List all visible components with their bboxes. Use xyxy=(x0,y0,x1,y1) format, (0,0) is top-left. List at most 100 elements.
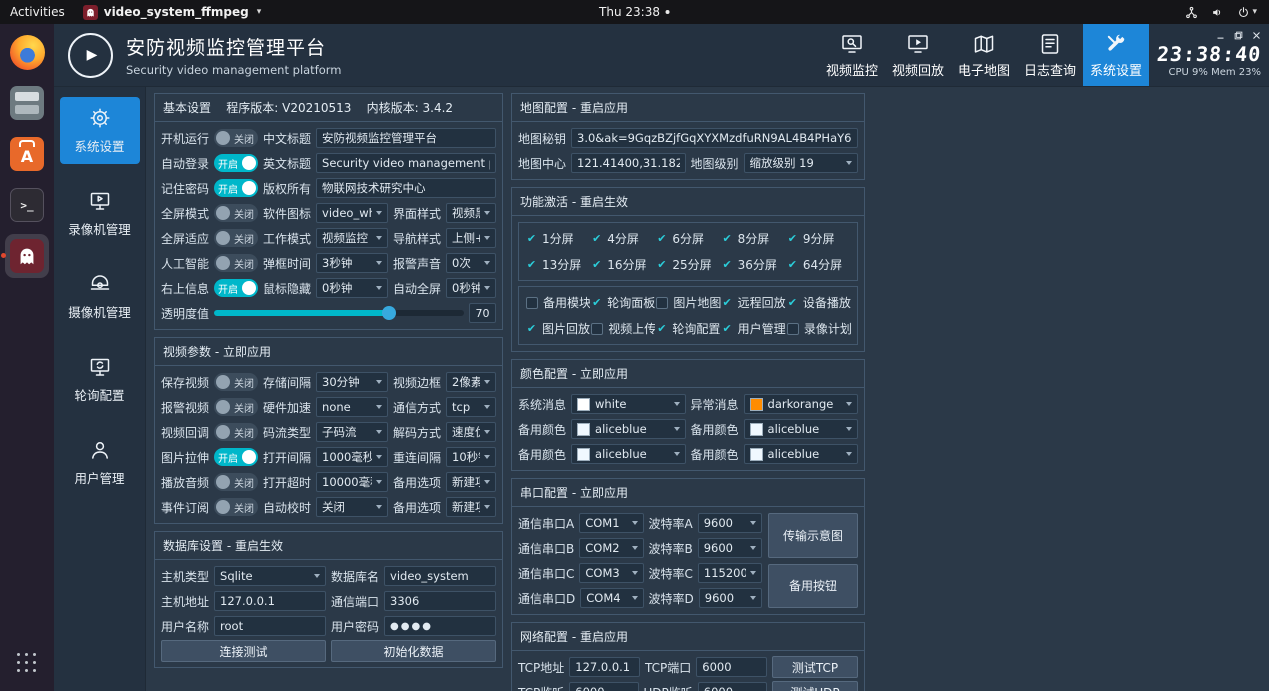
dropdown-select[interactable]: 0秒钟 xyxy=(446,278,496,298)
volume-icon[interactable] xyxy=(1211,6,1224,19)
button[interactable]: 测试TCP xyxy=(772,656,858,678)
dock-item-terminal[interactable] xyxy=(5,183,49,227)
button[interactable]: 备用按钮 xyxy=(768,564,858,609)
app-menu-button[interactable]: video_system_ffmpeg ▾ xyxy=(75,5,269,20)
checkbox[interactable]: ✔4分屏 xyxy=(590,230,655,247)
checkbox[interactable]: 录像计划 xyxy=(786,320,851,337)
dropdown-select[interactable]: 0次 xyxy=(446,253,496,273)
dropdown-select[interactable]: 关闭 xyxy=(316,497,388,517)
dropdown-select[interactable]: darkorange xyxy=(744,394,858,414)
dropdown-select[interactable]: 视频监控 xyxy=(316,228,388,248)
dropdown-select[interactable]: COM1 xyxy=(579,513,643,533)
toggle-switch[interactable]: 关闭 xyxy=(214,229,258,247)
dropdown-select[interactable]: 新建项目 xyxy=(446,497,496,517)
text-input[interactable] xyxy=(316,128,496,148)
checkbox[interactable]: ✔9分屏 xyxy=(786,230,851,247)
toggle-switch[interactable]: 关闭 xyxy=(214,254,258,272)
dropdown-select[interactable]: aliceblue xyxy=(571,419,685,439)
button[interactable]: 连接测试 xyxy=(161,640,326,662)
opacity-slider[interactable] xyxy=(214,303,464,323)
checkbox[interactable]: ✔64分屏 xyxy=(786,256,851,273)
dropdown-select[interactable]: aliceblue xyxy=(571,444,685,464)
dropdown-select[interactable]: 3秒钟 xyxy=(316,253,388,273)
dropdown-select[interactable]: COM2 xyxy=(579,538,643,558)
dropdown-select[interactable]: 缩放级别 19 xyxy=(744,153,858,173)
toggle-switch[interactable]: 关闭 xyxy=(214,373,258,391)
checkbox[interactable]: ✔16分屏 xyxy=(590,256,655,273)
dropdown-select[interactable]: 视频黑 xyxy=(446,203,496,223)
dropdown-select[interactable]: tcp xyxy=(446,397,496,417)
dropdown-select[interactable]: none xyxy=(316,397,388,417)
dropdown-select[interactable]: video_white xyxy=(316,203,388,223)
button[interactable]: 测试UDP xyxy=(772,681,858,691)
text-input[interactable] xyxy=(316,178,496,198)
checkbox[interactable]: ✔远程回放 xyxy=(721,294,786,311)
dropdown-select[interactable]: aliceblue xyxy=(744,419,858,439)
dropdown-select[interactable]: 10000毫秒 xyxy=(316,472,388,492)
checkbox[interactable]: ✔1分屏 xyxy=(525,230,590,247)
dropdown-select[interactable]: 9600 xyxy=(698,538,762,558)
dropdown-select[interactable]: 子码流 xyxy=(316,422,388,442)
dropdown-select[interactable]: 30分钟 xyxy=(316,372,388,392)
dropdown-select[interactable]: 9600 xyxy=(698,513,762,533)
toggle-switch[interactable]: 关闭 xyxy=(214,129,258,147)
toggle-switch[interactable]: 开启 xyxy=(214,179,258,197)
dropdown-select[interactable]: COM4 xyxy=(580,588,643,608)
sidebar-item-camera-management[interactable]: 摄像机管理 xyxy=(60,263,140,330)
text-input[interactable] xyxy=(698,682,767,691)
text-input[interactable] xyxy=(384,566,496,586)
text-input[interactable] xyxy=(571,153,685,173)
button[interactable]: 传输示意图 xyxy=(768,513,858,558)
close-icon[interactable] xyxy=(1252,31,1261,40)
toggle-switch[interactable]: 关闭 xyxy=(214,204,258,222)
restore-icon[interactable] xyxy=(1234,31,1243,40)
checkbox[interactable]: 视频上传 xyxy=(590,320,655,337)
sidebar-item-nvr-management[interactable]: 录像机管理 xyxy=(60,180,140,247)
dock-item-video-app[interactable] xyxy=(5,234,49,278)
slider-value[interactable]: 70 xyxy=(469,303,496,323)
power-icon[interactable]: ▾ xyxy=(1237,6,1257,19)
nav-item-video-playback[interactable]: 视频回放 xyxy=(885,24,951,86)
checkbox[interactable]: ✔轮询配置 xyxy=(655,320,720,337)
nav-item-log-query[interactable]: 日志查询 xyxy=(1017,24,1083,86)
dropdown-select[interactable]: white xyxy=(571,394,685,414)
dock-item-firefox[interactable] xyxy=(5,30,49,74)
dropdown-select[interactable]: 0秒钟 xyxy=(316,278,388,298)
dropdown-select[interactable]: Sqlite xyxy=(214,566,326,586)
toggle-switch[interactable]: 开启 xyxy=(214,154,258,172)
sidebar-item-user-management[interactable]: 用户管理 xyxy=(60,429,140,496)
text-input[interactable] xyxy=(214,591,326,611)
minimize-icon[interactable] xyxy=(1216,31,1225,40)
checkbox[interactable]: 图片地图 xyxy=(655,294,720,311)
checkbox[interactable]: ✔13分屏 xyxy=(525,256,590,273)
checkbox[interactable]: ✔轮询面板 xyxy=(590,294,655,311)
dropdown-select[interactable]: 速度优先 xyxy=(446,422,496,442)
password-input[interactable] xyxy=(384,616,496,636)
text-input[interactable] xyxy=(569,682,638,691)
dropdown-select[interactable]: 115200 xyxy=(698,563,762,583)
dropdown-select[interactable]: 9600 xyxy=(699,588,762,608)
dropdown-select[interactable]: aliceblue xyxy=(744,444,858,464)
checkbox[interactable]: 备用模块 xyxy=(525,294,590,311)
toggle-switch[interactable]: 开启 xyxy=(214,279,258,297)
checkbox[interactable]: ✔用户管理 xyxy=(721,320,786,337)
toggle-switch[interactable]: 关闭 xyxy=(214,398,258,416)
text-input[interactable] xyxy=(569,657,640,677)
toggle-switch[interactable]: 关闭 xyxy=(214,498,258,516)
text-input[interactable] xyxy=(696,657,767,677)
checkbox[interactable]: ✔8分屏 xyxy=(721,230,786,247)
dock-item-show-applications[interactable] xyxy=(5,641,49,685)
text-input[interactable] xyxy=(571,128,858,148)
dropdown-select[interactable]: 新建项目 xyxy=(446,472,496,492)
dock-item-files[interactable] xyxy=(5,81,49,125)
checkbox[interactable]: ✔25分屏 xyxy=(655,256,720,273)
sidebar-item-system-settings[interactable]: 系统设置 xyxy=(60,97,140,164)
text-input[interactable] xyxy=(384,591,496,611)
checkbox[interactable]: ✔设备播放 xyxy=(786,294,851,311)
text-input[interactable] xyxy=(316,153,496,173)
dropdown-select[interactable]: 1000毫秒 xyxy=(316,447,388,467)
button[interactable]: 初始化数据 xyxy=(331,640,496,662)
dropdown-select[interactable]: 2像素 xyxy=(446,372,496,392)
nav-item-video-monitor[interactable]: 视频监控 xyxy=(819,24,885,86)
activities-button[interactable]: Activities xyxy=(0,0,75,24)
